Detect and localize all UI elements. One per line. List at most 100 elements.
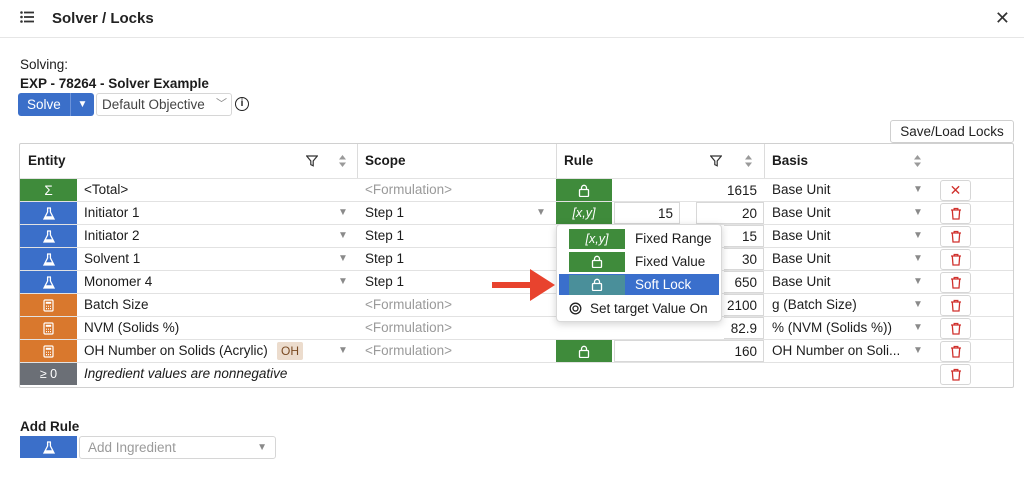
chevron-down-icon: ▼ (257, 442, 267, 453)
menu-item-label: Fixed Range (635, 231, 712, 246)
scope-value[interactable]: Step 1 (365, 225, 404, 247)
caret-down-icon[interactable]: ▼ (70, 93, 94, 116)
objective-value: Default Objective (102, 97, 205, 112)
header-rule: Rule (564, 153, 594, 168)
chevron-down-icon[interactable]: ▼ (338, 271, 348, 293)
objective-select[interactable]: Default Objective ﹀ (96, 93, 232, 116)
delete-button[interactable] (940, 249, 971, 270)
basis-value[interactable]: % (NVM (Solids %)) (772, 317, 892, 339)
add-ingredient-placeholder: Add Ingredient (88, 440, 176, 455)
flask-icon (20, 202, 77, 224)
delete-button[interactable] (940, 364, 971, 385)
menu-item-set-target[interactable]: Set target Value On (559, 298, 719, 319)
menu-item-soft-lock[interactable]: Soft Lock (559, 274, 719, 295)
flask-icon (20, 271, 77, 293)
chevron-down-icon[interactable]: ▼ (338, 340, 348, 362)
oh-badge: OH (277, 342, 303, 360)
chevron-down-icon[interactable]: ▼ (913, 225, 923, 247)
table-row: OH Number on Solids (Acrylic) OH ▼ <Form… (20, 339, 1013, 362)
delete-button[interactable] (940, 203, 971, 224)
delete-button[interactable] (940, 341, 971, 362)
chevron-down-icon[interactable]: ▼ (913, 317, 923, 339)
window-title: Solver / Locks (52, 10, 154, 27)
lock-icon[interactable] (556, 179, 612, 201)
value-field[interactable]: 650 (724, 271, 764, 293)
basis-value[interactable]: OH Number on Soli... (772, 340, 910, 362)
range-icon: [x,y] (569, 228, 625, 249)
close-icon[interactable]: ✕ (995, 8, 1010, 29)
basis-value[interactable]: Base Unit (772, 225, 831, 247)
chevron-down-icon[interactable]: ▼ (913, 340, 923, 362)
entity-name: Ingredient values are nonnegative (84, 366, 288, 381)
basis-value[interactable]: g (Batch Size) (772, 294, 857, 316)
filter-icon[interactable] (710, 155, 722, 167)
basis-value[interactable]: Base Unit (772, 248, 831, 270)
value-field[interactable]: 30 (724, 248, 764, 270)
basis-value[interactable]: Base Unit (772, 271, 831, 293)
scope-value[interactable]: Step 1 (365, 271, 404, 293)
chevron-down-icon[interactable]: ▼ (913, 271, 923, 293)
remove-icon: ✕ (949, 182, 962, 198)
trash-icon (950, 276, 961, 289)
entity-name: <Total> (84, 182, 129, 197)
remove-button[interactable]: ✕ (940, 180, 971, 201)
chevron-down-icon[interactable]: ▼ (338, 202, 348, 224)
max-value-field[interactable]: 20 (696, 202, 764, 224)
chevron-down-icon[interactable]: ▼ (913, 202, 923, 224)
chevron-down-icon[interactable]: ▼ (536, 202, 546, 224)
chevron-down-icon[interactable]: ▼ (338, 248, 348, 270)
entity-name: Initiator 1 (84, 205, 140, 220)
header-basis: Basis (772, 153, 809, 168)
entity-name: Solvent 1 (84, 251, 141, 266)
value-field[interactable]: 1615 (612, 179, 764, 201)
menu-item-fixed-value[interactable]: Fixed Value (559, 251, 719, 272)
chevron-down-icon[interactable]: ▼ (913, 248, 923, 270)
entity-name: Monomer 4 (84, 274, 153, 289)
scope-value[interactable]: Step 1 (365, 248, 404, 270)
value-field[interactable]: 160 (614, 340, 764, 362)
sort-icon[interactable] (338, 154, 347, 168)
value-field[interactable]: 2100 (724, 294, 764, 316)
add-ingredient-select[interactable]: Add Ingredient ▼ (79, 436, 276, 459)
delete-button[interactable] (940, 226, 971, 247)
solve-button[interactable]: Solve ▼ (18, 93, 94, 116)
save-load-locks-button[interactable]: Save/Load Locks (890, 120, 1014, 143)
scope-value[interactable]: Step 1 (365, 202, 404, 224)
filter-icon[interactable] (306, 155, 318, 167)
chevron-down-icon[interactable]: ▼ (338, 225, 348, 247)
scope-value[interactable]: <Formulation> (365, 317, 452, 339)
entity-name: OH Number on Solids (Acrylic) (84, 343, 268, 358)
value-field[interactable]: 82.9 (724, 317, 764, 339)
value-field[interactable]: 15 (724, 225, 764, 247)
title-bar: Solver / Locks ✕ (0, 0, 1024, 38)
sort-icon[interactable] (913, 154, 922, 168)
basis-value[interactable]: Base Unit (772, 179, 922, 201)
annotation-arrow-icon (492, 269, 555, 301)
chevron-down-icon[interactable]: ▼ (913, 179, 923, 201)
min-value-field[interactable]: 15 (614, 202, 680, 224)
add-rule-title: Add Rule (20, 419, 80, 434)
trash-icon (950, 253, 961, 266)
list-icon[interactable] (20, 11, 34, 23)
sort-icon[interactable] (744, 154, 753, 168)
scope-value[interactable]: <Formulation> (365, 340, 452, 362)
lock-icon[interactable] (556, 340, 612, 362)
range-icon[interactable]: [x,y] (556, 202, 612, 224)
calculator-icon (20, 294, 77, 316)
range-icon-label: [x,y] (572, 206, 596, 220)
scope-value[interactable]: <Formulation> (365, 294, 452, 316)
sigma-icon: Σ (20, 179, 77, 201)
trash-icon (950, 322, 961, 335)
info-icon[interactable]: i (235, 97, 249, 111)
table-row: Σ <Total> <Formulation> 1615 Base Unit ▼… (20, 178, 1013, 201)
delete-button[interactable] (940, 272, 971, 293)
menu-item-fixed-range[interactable]: [x,y] Fixed Range (559, 228, 719, 249)
table-row: Initiator 1 ▼ Step 1 ▼ [x,y] 15 20 Base … (20, 201, 1013, 224)
delete-button[interactable] (940, 318, 971, 339)
chevron-down-icon[interactable]: ▼ (913, 294, 923, 316)
solving-label: Solving: (20, 57, 69, 72)
header-scope: Scope (365, 153, 406, 168)
table-row: Initiator 2 ▼ Step 1 15 Base Unit ▼ (20, 224, 1013, 247)
basis-value[interactable]: Base Unit (772, 202, 831, 224)
delete-button[interactable] (940, 295, 971, 316)
